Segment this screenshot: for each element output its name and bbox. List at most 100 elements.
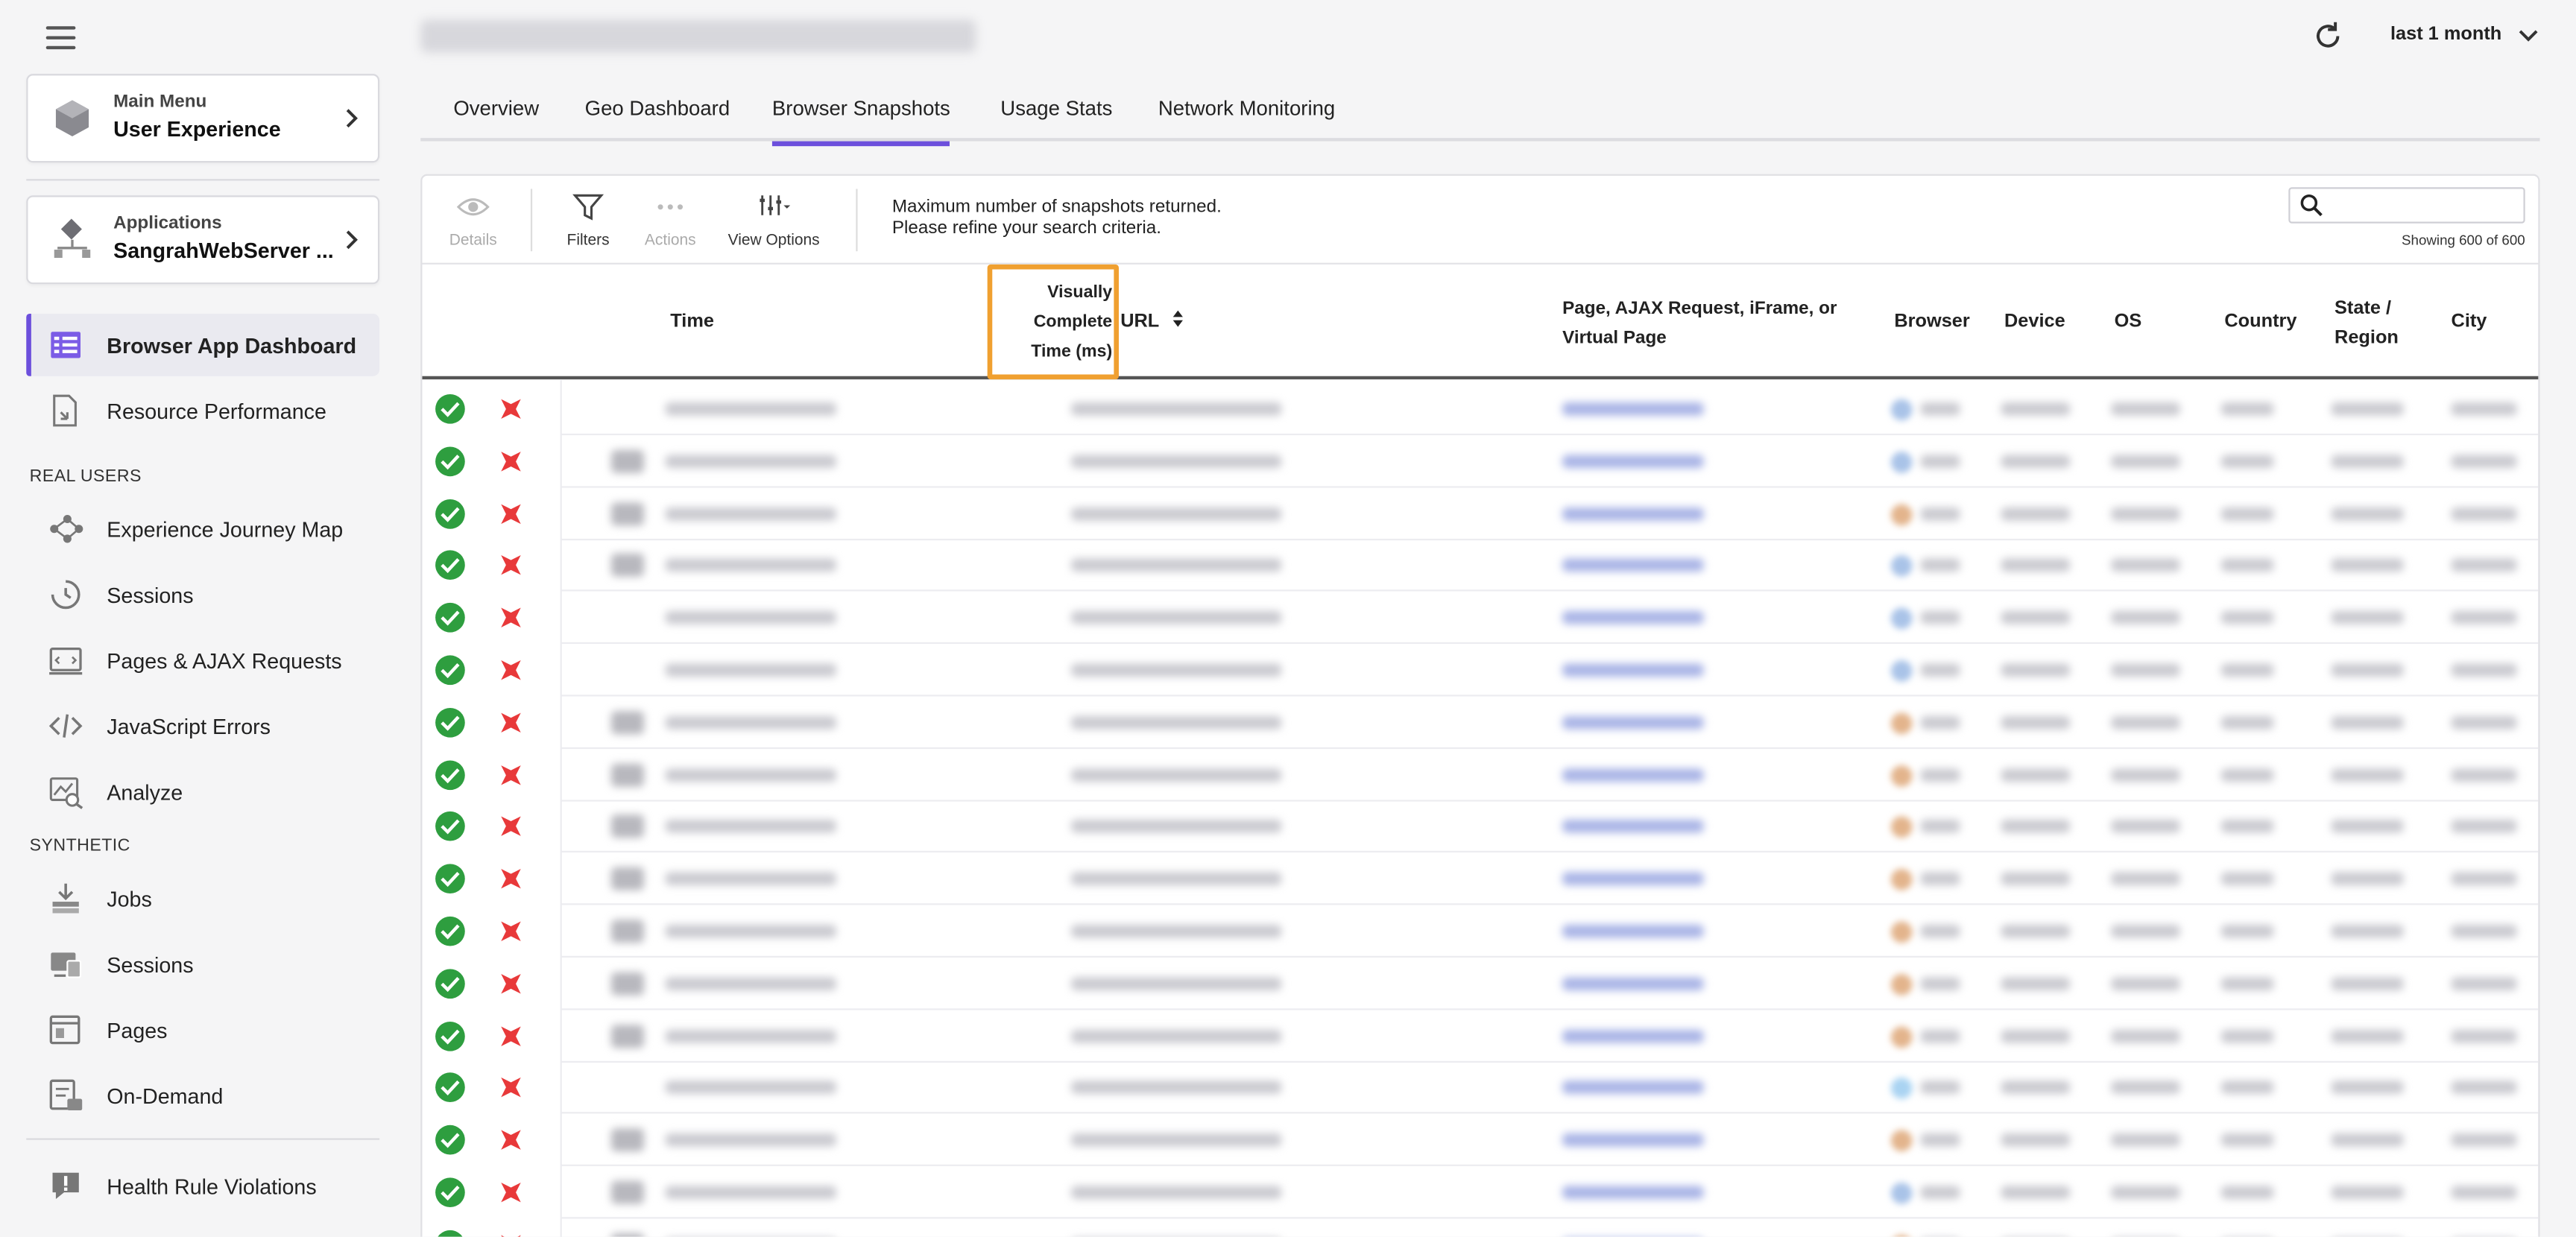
sidebar-item-sessions[interactable]: Sessions — [26, 563, 379, 626]
column-device[interactable]: Device — [2004, 307, 2065, 337]
tab-overview[interactable]: Overview — [453, 97, 539, 142]
chevron-down-icon[interactable] — [2519, 28, 2538, 44]
sidebar-item-resource-performance[interactable]: Resource Performance — [26, 379, 379, 442]
column-page-ajax[interactable]: Page, AJAX Request, iFrame, or Virtual P… — [1562, 294, 1837, 353]
tab-usage-stats[interactable]: Usage Stats — [1000, 97, 1112, 142]
table-row[interactable] — [422, 435, 2539, 488]
sidebar-item-label: Pages — [107, 1017, 168, 1043]
table-row[interactable] — [422, 905, 2539, 958]
url-value-redacted — [1071, 715, 1282, 730]
success-check-icon — [435, 812, 465, 842]
error-star-icon — [501, 451, 521, 472]
page-link-redacted[interactable] — [1562, 872, 1704, 886]
page-link-redacted[interactable] — [1562, 1133, 1704, 1147]
column-url[interactable]: URL — [1120, 307, 1184, 337]
sidebar-item-browser-app-dashboard[interactable]: Browser App Dashboard — [26, 313, 380, 376]
table-row[interactable] — [422, 383, 2539, 436]
column-browser[interactable]: Browser — [1894, 307, 1969, 337]
browser-icon — [1890, 1025, 1913, 1048]
page-link-redacted[interactable] — [1562, 455, 1704, 468]
sidebar-item-analyze[interactable]: Analyze — [26, 760, 379, 823]
time-value-redacted — [665, 455, 836, 468]
table-row[interactable] — [422, 1062, 2539, 1115]
page-link-redacted[interactable] — [1562, 820, 1704, 834]
table-row[interactable] — [422, 1114, 2539, 1167]
os-value-redacted — [2111, 455, 2180, 468]
table-row[interactable] — [422, 958, 2539, 1010]
page-link-redacted[interactable] — [1562, 924, 1704, 938]
applications-label: Applications — [113, 213, 222, 233]
success-check-icon — [435, 916, 465, 946]
application-title-blurred — [420, 19, 976, 53]
page-link-redacted[interactable] — [1562, 663, 1704, 677]
table-row[interactable] — [422, 1010, 2539, 1063]
sidebar-item-pages[interactable]: Pages — [26, 999, 379, 1061]
sidebar-item-on-demand[interactable]: On-Demand — [26, 1064, 379, 1127]
pages-icon — [49, 1015, 80, 1045]
os-value-redacted — [2111, 663, 2180, 677]
page-link-redacted[interactable] — [1562, 1029, 1704, 1043]
browser-icon — [1890, 503, 1913, 525]
filters-button[interactable]: Filters — [564, 192, 613, 250]
city-value-redacted — [2451, 559, 2517, 572]
sidebar-item-javascript-errors[interactable]: JavaScript Errors — [26, 695, 379, 757]
actions-button[interactable]: Actions — [643, 192, 698, 250]
refresh-icon[interactable] — [2311, 19, 2344, 52]
tab-network-monitoring[interactable]: Network Monitoring — [1158, 97, 1335, 142]
table-row[interactable] — [422, 696, 2539, 749]
city-value-redacted — [2451, 1186, 2517, 1199]
snapshot-thumbnail — [610, 1024, 645, 1048]
city-value-redacted — [2451, 976, 2517, 990]
page-link-redacted[interactable] — [1562, 611, 1704, 624]
column-state-region[interactable]: State / Region — [2334, 294, 2399, 353]
sidebar-item-synthetic-sessions[interactable]: Sessions — [26, 933, 379, 996]
table-row[interactable] — [422, 644, 2539, 697]
table-row[interactable] — [422, 748, 2539, 801]
table-row[interactable] — [422, 592, 2539, 645]
view-options-button[interactable]: View Options — [727, 192, 820, 250]
column-os[interactable]: OS — [2115, 307, 2142, 337]
success-check-icon — [435, 968, 465, 999]
table-row[interactable] — [422, 1166, 2539, 1219]
details-button[interactable]: Details — [449, 192, 498, 250]
time-range-selector[interactable]: last 1 month — [2390, 25, 2501, 44]
error-star-icon — [501, 555, 521, 576]
main-menu-card[interactable]: Main Menu User Experience — [26, 74, 380, 163]
tab-browser-snapshots[interactable]: Browser Snapshots — [771, 97, 950, 147]
hamburger-menu-icon[interactable] — [45, 26, 76, 50]
country-value-redacted — [2220, 924, 2274, 938]
sidebar-item-label: Pages & AJAX Requests — [107, 648, 342, 673]
column-time[interactable]: Time — [670, 307, 714, 337]
sidebar-item-pages-ajax[interactable]: Pages & AJAX Requests — [26, 629, 379, 692]
tab-geo-dashboard[interactable]: Geo Dashboard — [585, 97, 730, 142]
state-value-redacted — [2331, 715, 2404, 730]
sidebar-item-experience-journey-map[interactable]: Experience Journey Map — [26, 498, 379, 560]
sidebar-item-jobs[interactable]: Jobs — [26, 867, 379, 930]
sidebar-item-health-rule-violations[interactable]: Health Rule Violations — [26, 1154, 379, 1217]
page-link-redacted[interactable] — [1562, 768, 1704, 782]
table-row[interactable] — [422, 487, 2539, 540]
page-link-redacted[interactable] — [1562, 507, 1704, 520]
table-row[interactable] — [422, 852, 2539, 905]
snapshot-thumbnail — [610, 1180, 645, 1204]
column-city[interactable]: City — [2452, 307, 2487, 337]
sort-icon[interactable] — [1171, 309, 1184, 328]
page-link-redacted[interactable] — [1562, 559, 1704, 572]
url-value-redacted — [1071, 768, 1282, 782]
page-link-redacted[interactable] — [1562, 715, 1704, 730]
page-link-redacted[interactable] — [1562, 976, 1704, 990]
page-link-redacted[interactable] — [1562, 1186, 1704, 1199]
column-country[interactable]: Country — [2224, 307, 2296, 337]
search-input[interactable] — [2288, 187, 2525, 224]
table-row[interactable] — [422, 1218, 2538, 1237]
os-value-redacted — [2111, 611, 2180, 624]
os-value-redacted — [2111, 976, 2180, 990]
browser-value-redacted — [1920, 976, 1960, 990]
table-row[interactable] — [422, 800, 2539, 853]
page-link-redacted[interactable] — [1562, 402, 1704, 416]
page-link-redacted[interactable] — [1562, 1081, 1704, 1095]
success-check-icon — [435, 446, 465, 476]
applications-card[interactable]: Applications SangrahWebServer ... — [26, 195, 380, 285]
browser-icon — [1890, 817, 1913, 838]
table-row[interactable] — [422, 540, 2539, 592]
